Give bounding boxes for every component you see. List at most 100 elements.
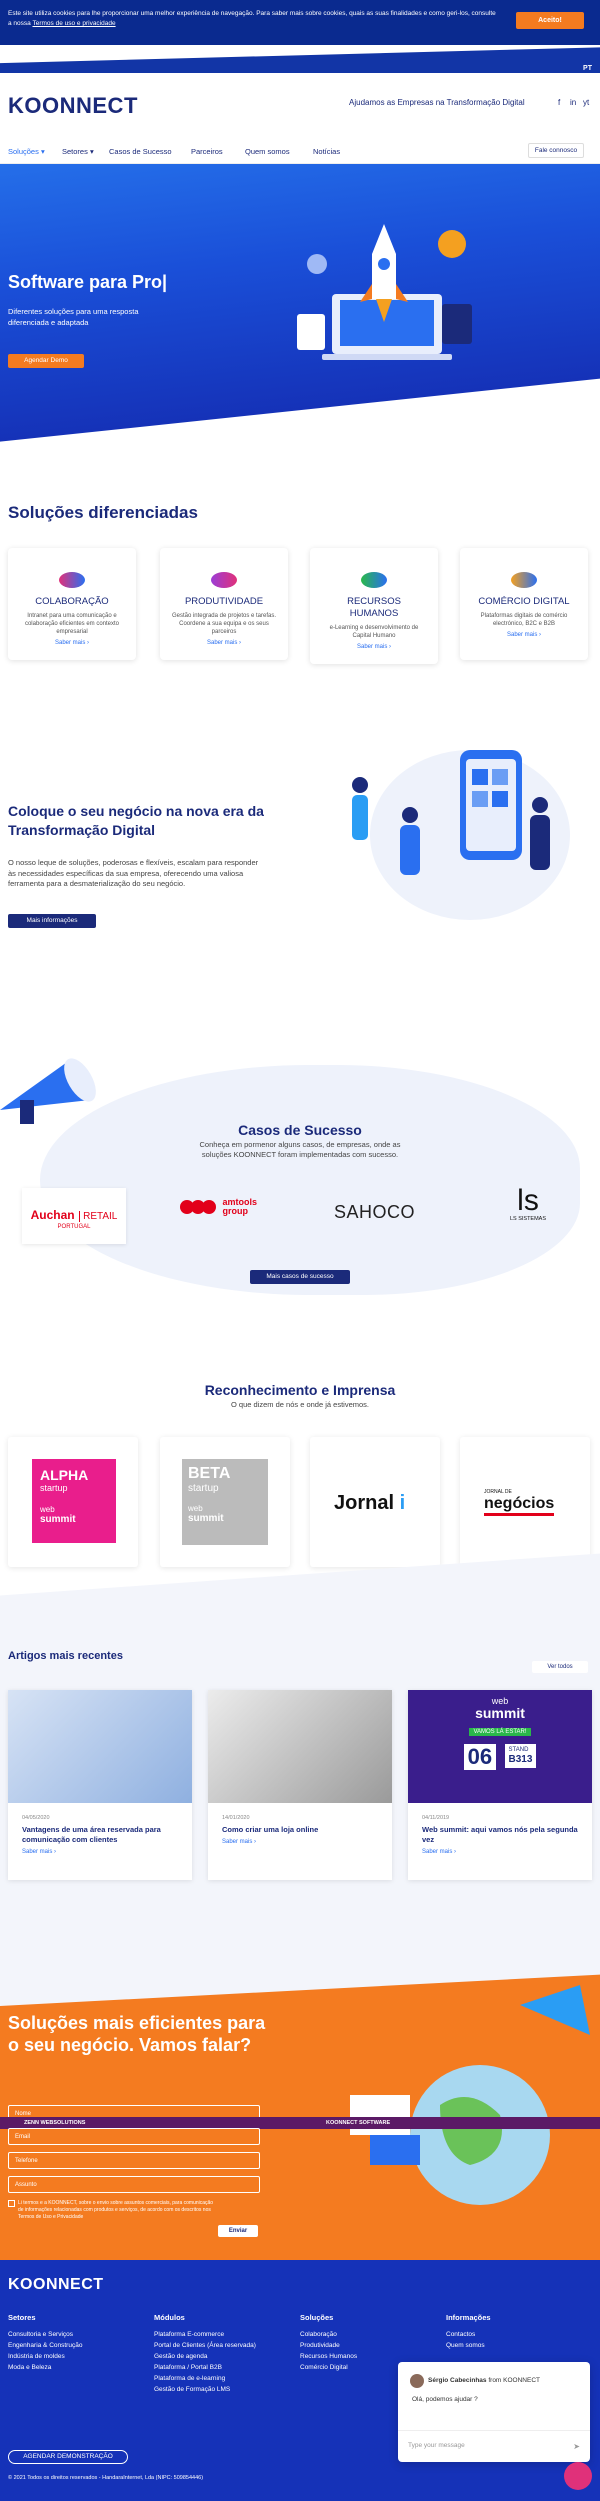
header-tagline: Ajudamos as Empresas na Transformação Di…	[349, 98, 525, 107]
article-more-link[interactable]: Saber mais ›	[422, 1849, 592, 1855]
press-card-beta[interactable]: BETA startup web summit	[160, 1437, 290, 1567]
footer-link[interactable]: Portal de Clientes (Área reservada)	[154, 2340, 256, 2351]
hero: Software para Pro| Diferentes soluções p…	[0, 164, 600, 464]
linkedin-icon[interactable]: in	[570, 98, 576, 107]
phone-field[interactable]: Telefone	[8, 2152, 260, 2169]
press-title: Reconhecimento e Imprensa	[204, 1382, 396, 1398]
solution-more-link[interactable]: Saber mais ›	[8, 640, 136, 646]
nav-item-solucoes[interactable]: Soluções ▾	[8, 147, 45, 156]
send-icon[interactable]: ➤	[573, 2442, 580, 2451]
solution-card-desc: e-Learning e desenvolvimento de Capital …	[329, 625, 419, 639]
main-nav: Soluções ▾ Setores ▾ Casos de Sucesso Pa…	[0, 138, 600, 164]
article-card[interactable]: web summit VAMOS LÁ ESTAR! 06 STAND B313 …	[408, 1690, 592, 1880]
footer-col-setores: Setores Consultoria e Serviços Engenhari…	[8, 2313, 83, 2373]
hero-illustration	[292, 204, 492, 384]
article-card[interactable]: 14/01/2020 Como criar uma loja online Sa…	[208, 1690, 392, 1880]
solution-card-desc: Gestão integrada de projetos e tarefas. …	[171, 613, 277, 635]
auchan-logo: Auchan	[30, 1208, 75, 1222]
footer-link[interactable]: Plataforma de e-learning	[154, 2373, 256, 2384]
footer-link[interactable]: Recursos Humanos	[300, 2351, 357, 2362]
facebook-icon[interactable]: f	[558, 98, 560, 107]
cookie-accept-button[interactable]: Aceito!	[516, 12, 584, 29]
footer-link[interactable]: Produtividade	[300, 2340, 357, 2351]
footer-link[interactable]: Engenharia & Construção	[8, 2340, 82, 2351]
solution-card-colaboracao[interactable]: COLABORAÇÃO Intranet para uma comunicaçã…	[8, 548, 136, 660]
article-more-link[interactable]: Saber mais ›	[222, 1839, 392, 1845]
language-selector[interactable]: PT	[583, 65, 592, 72]
solution-more-link[interactable]: Saber mais ›	[460, 632, 588, 638]
article-date: 14/01/2020	[222, 1815, 250, 1821]
footer-link[interactable]: Consultoria e Serviços	[8, 2329, 82, 2340]
subject-field[interactable]: Assunto	[8, 2176, 260, 2193]
press-card-jornal-i[interactable]: Jornal i	[310, 1437, 440, 1567]
solution-card-title: PRODUTIVIDADE	[184, 596, 264, 607]
youtube-icon[interactable]: yt	[583, 98, 589, 107]
cases-title: Casos de Sucesso	[238, 1122, 362, 1138]
view-all-button[interactable]: Ver todos	[532, 1661, 588, 1673]
chat-message: Olá, podemos ajudar ?	[412, 2396, 478, 2403]
footer-link[interactable]: Contactos	[446, 2329, 491, 2340]
article-date: 04/05/2020	[22, 1815, 50, 1821]
recursos-humanos-icon	[361, 572, 387, 588]
article-date: 04/11/2019	[422, 1815, 450, 1821]
case-logo-auchan[interactable]: Auchan RETAIL PORTUGAL	[22, 1188, 126, 1244]
chat-launcher-icon[interactable]	[564, 2462, 592, 2490]
nav-item-parceiros[interactable]: Parceiros	[191, 147, 223, 156]
nav-item-casos[interactable]: Casos de Sucesso	[109, 147, 172, 156]
case-logo-ls[interactable]: ls LS SISTEMAS	[498, 1186, 558, 1223]
comercio-digital-icon	[511, 572, 537, 588]
article-image: web summit VAMOS LÁ ESTAR! 06 STAND B313	[408, 1690, 592, 1803]
schedule-demo-button[interactable]: Agendar Demo	[8, 354, 84, 368]
top-bar: PT	[0, 45, 600, 73]
footer-link[interactable]: Colaboração	[300, 2329, 357, 2340]
footer-link[interactable]: Gestão de Formação LMS	[154, 2384, 256, 2395]
article-image	[8, 1690, 192, 1803]
solution-more-link[interactable]: Saber mais ›	[160, 640, 288, 646]
cookie-terms-link[interactable]: Termos de uso e privacidade	[32, 20, 115, 27]
checkbox-icon[interactable]	[8, 2200, 15, 2207]
logo[interactable]: KOONNECT	[8, 93, 138, 119]
nav-item-quem-somos[interactable]: Quem somos	[245, 147, 290, 156]
nav-item-setores[interactable]: Setores ▾	[62, 147, 94, 156]
footer-col-modulos: Módulos Plataforma E-commerce Portal de …	[154, 2313, 256, 2395]
avatar	[410, 2374, 424, 2388]
header: KOONNECT Ajudamos as Empresas na Transfo…	[0, 73, 600, 138]
footer-link[interactable]: Quem somos	[446, 2340, 491, 2351]
colaboracao-icon	[59, 572, 85, 588]
solution-card-recursos-humanos[interactable]: RECURSOS HUMANOS e-Learning e desenvolvi…	[310, 548, 438, 664]
schedule-demo-footer-button[interactable]: AGENDAR DEMONSTRAÇÃO	[8, 2450, 128, 2464]
article-card[interactable]: 04/05/2020 Vantagens de uma área reserva…	[8, 1690, 192, 1880]
more-cases-button[interactable]: Mais casos de sucesso	[250, 1270, 350, 1284]
contact-button[interactable]: Fale connosco	[528, 143, 584, 158]
send-button[interactable]: Enviar	[218, 2225, 258, 2237]
auchan-logo-sub: RETAIL	[79, 1211, 118, 1222]
nav-item-noticias[interactable]: Notícias	[313, 147, 340, 156]
solution-card-title: COLABORAÇÃO	[35, 596, 109, 607]
press-card-alpha[interactable]: ALPHA startup web summit	[8, 1437, 138, 1567]
article-title: Como criar uma loja online	[222, 1825, 319, 1834]
transformation-text: O nosso leque de soluções, poderosas e f…	[8, 858, 259, 888]
chat-input[interactable]: Type your message	[398, 2430, 590, 2462]
article-title: Vantagens de uma área reservada para com…	[22, 1825, 161, 1844]
footer-link[interactable]: Plataforma E-commerce	[154, 2329, 256, 2340]
solution-card-comercio-digital[interactable]: COMÉRCIO DIGITAL Plataformas digitais de…	[460, 548, 588, 660]
case-logo-sahoco[interactable]: SAHOCO	[334, 1202, 415, 1223]
footer-link[interactable]: Comércio Digital	[300, 2362, 357, 2373]
solution-card-produtividade[interactable]: PRODUTIVIDADE Gestão integrada de projet…	[160, 548, 288, 660]
case-logo-amtools[interactable]: amtools group	[180, 1198, 280, 1238]
hero-title: Software para Pro|	[8, 272, 168, 292]
footer-link[interactable]: Gestão de agenda	[154, 2351, 256, 2362]
article-more-link[interactable]: Saber mais ›	[22, 1849, 192, 1855]
press-text: O que dizem de nós e onde já estivemos.	[231, 1400, 369, 1409]
chat-widget: Sérgio Cabecinhas from KOONNECT Olá, pod…	[398, 2362, 590, 2462]
footer-link[interactable]: Plataforma / Portal B2B	[154, 2362, 256, 2373]
consent-checkbox[interactable]: Li termos e a KOONNECT, sobre o envio so…	[8, 2200, 218, 2221]
solution-more-link[interactable]: Saber mais ›	[310, 644, 438, 650]
press-card-jornal-negocios[interactable]: JORNAL DE negócios	[460, 1437, 590, 1567]
contact-title: Soluções mais eficientes para o seu negó…	[8, 2013, 266, 2055]
email-field[interactable]: Email	[8, 2128, 260, 2145]
footer-link[interactable]: Moda e Beleza	[8, 2362, 82, 2373]
more-info-button[interactable]: Mais informações	[8, 914, 96, 928]
footer-link[interactable]: Indústria de moldes	[8, 2351, 82, 2362]
footer-logo[interactable]: KOONNECT	[8, 2276, 104, 2294]
